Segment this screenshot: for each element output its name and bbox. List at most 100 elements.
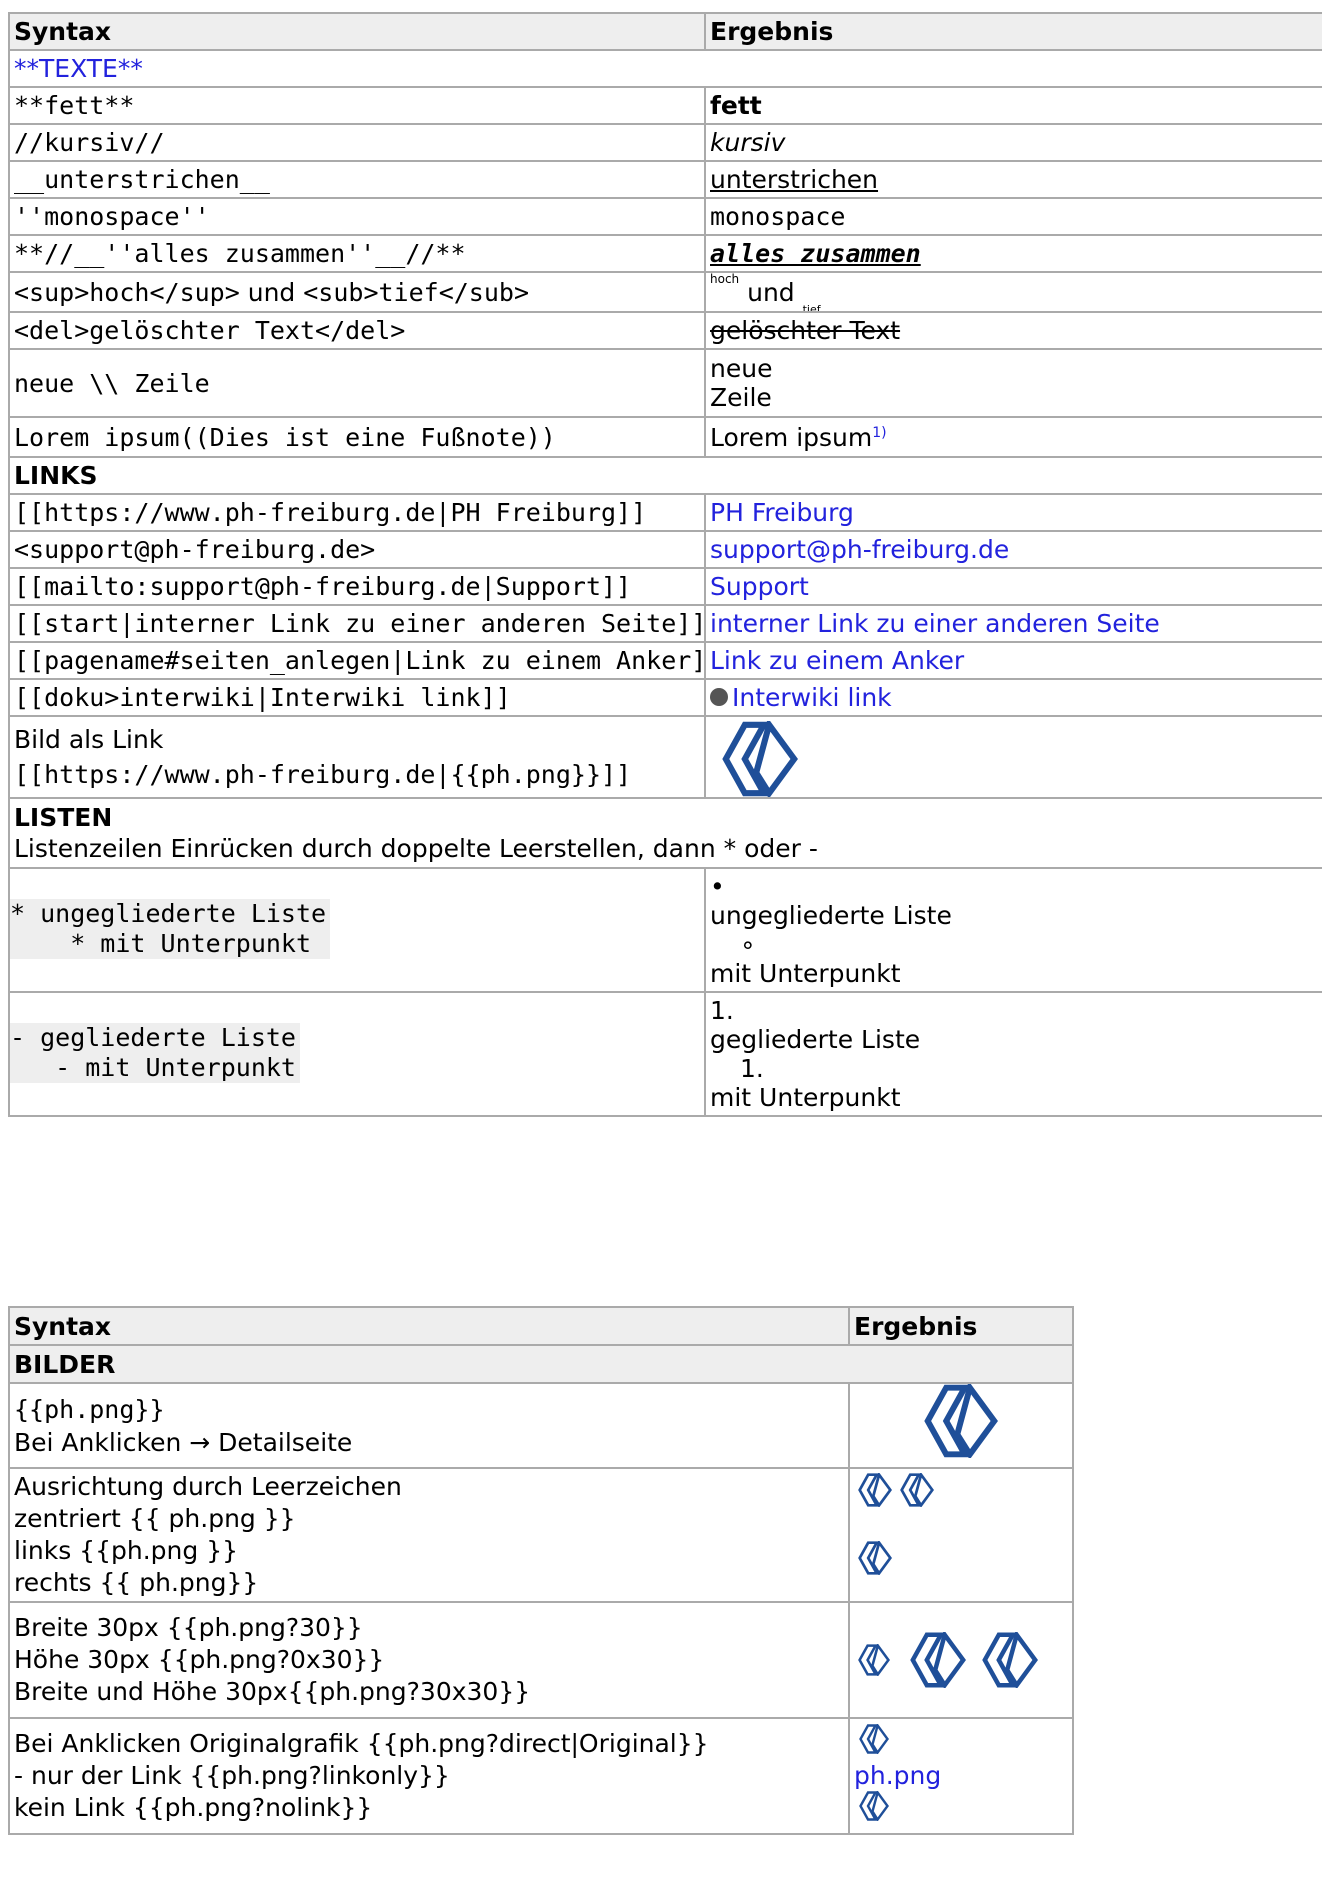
external-link[interactable]: PH Freiburg [710,498,854,527]
syntax-cell: __unterstrichen__ [8,160,706,199]
syntax-cell: <support@ph-freiburg.de> [8,530,706,569]
ph-linkonly[interactable]: ph.png [854,1761,941,1790]
list-item: mit Unterpunkt [710,1083,901,1112]
syntax-line-1: Bei Anklicken Originalgrafik {{ph.png?di… [14,1728,844,1760]
syntax-text: Bei Anklicken Originalgrafik {{ph.png?di… [14,1729,709,1758]
internal-link[interactable]: interner Link zu einer anderen Seite [710,609,1160,638]
syntax-line-2: Bei Anklicken → Detailseite [14,1427,353,1457]
syntax-sup: <sup>hoch</sup> [14,277,240,307]
result-sub: tief [802,302,821,312]
syntax-cell: Lorem ipsum((Dies ist eine Fußnote)) [8,416,706,458]
syntax-cell: [[pagename#seiten_anlegen|Link zu einem … [8,641,706,680]
result-line-2: Zeile [710,383,772,412]
syntax-cell: {{ph.png}} Bei Anklicken → Detailseite [8,1382,850,1469]
ph-logo-icon [900,1473,934,1507]
syntax-cell: - gegliederte Liste - mit Unterpunkt [8,991,706,1117]
table-row: neue \\ Zeile neue Zeile [8,348,1322,418]
result-combined: alles zusammen [704,234,1322,273]
syntax-cell: **fett** [8,86,706,125]
syntax-line-3: Breite und Höhe 30px{{ph.png?30x30}} [14,1677,531,1706]
result-cell [848,1382,1074,1469]
syntax-cell: Bild als Link [[https://www.ph-freiburg.d… [8,715,706,799]
texte-link[interactable]: **TEXTE** [14,54,143,83]
syntax-table-images: Syntax Ergebnis BILDER {{ph.png}} Bei Ank… [8,1306,1074,1835]
ph-logo-link[interactable] [710,721,1322,797]
syntax-table-text-links-lists: Syntax Ergebnis **TEXTE** **fett** fett … [8,12,1322,1117]
syntax-cell: //kursiv// [8,123,706,162]
result-cell: • ungegliederte Liste ∘ mit Unterpunkt [704,867,1322,993]
result-cell [848,1467,1074,1603]
ph-logo-icon [902,1632,974,1688]
result-cell [704,715,1322,799]
anchor-link[interactable]: Link zu einem Anker [710,646,964,675]
result-line-1: neue [710,354,773,383]
result-text: Lorem ipsum [710,422,873,452]
table-row: **//__''alles zusammen''__//** alles zus… [8,234,1322,273]
list-item: mit Unterpunkt [710,959,901,988]
ph-logo-icon [859,1791,889,1821]
section-row-links: LINKS [8,456,1322,495]
table-row: Lorem ipsum((Dies ist eine Fußnote)) Lor… [8,416,1322,458]
syntax-cell: Ausrichtung durch Leerzeichen zentriert … [8,1467,850,1603]
syntax-sub: <sub>tief</sub> [303,277,530,307]
table-row: Breite 30px {{ph.png?30}} Höhe 30px {{ph… [8,1601,1074,1719]
syntax-line-2: [[https://www.ph-freiburg.de|{{ph.png}}]… [14,760,632,789]
result-cell: neue Zeile [704,348,1322,418]
ph-image-link[interactable] [911,1384,1011,1458]
syntax-line-4: rechts {{ ph.png}} [14,1568,259,1597]
code-line-2: * mit Unterpunkt [10,929,312,958]
header-syntax: Syntax [8,12,706,51]
syntax-cell: <sup>hoch</sup> und <sub>tief</sub> [8,271,706,313]
sub-list-number: 1. [740,1054,764,1083]
code-block: - gegliederte Liste - mit Unterpunkt [10,1023,300,1083]
syntax-cell: ''monospace'' [8,197,706,236]
ph-logo-icon [982,1632,1038,1688]
result-cell: 1. gegliederte Liste 1. mit Unterpunkt [704,991,1322,1117]
header-result: Ergebnis [848,1306,1074,1346]
syntax-line-3: links {{ph.png }} [14,1536,238,1565]
syntax-cell: **//__''alles zusammen''__//** [8,234,706,273]
list-number: 1. [710,996,734,1025]
code-line-2: - mit Unterpunkt [10,1053,296,1082]
list-item: gegliederte Liste [710,1025,921,1054]
sub-bullet-icon: ∘ [740,930,756,959]
table-row: //kursiv// kursiv [8,123,1322,162]
syntax-cell: [[https://www.ph-freiburg.de|PH Freiburg… [8,493,706,532]
syntax-line-3: kein Link {{ph.png?nolink}} [14,1793,373,1822]
syntax-cell: * ungegliederte Liste * mit Unterpunkt [8,867,706,993]
result-deleted: gelöschter Text [704,311,1322,350]
result-monospace: monospace [704,197,1322,236]
syntax-line-2: zentriert {{ ph.png }} [14,1504,296,1533]
table-row: [[doku>interwiki|Interwiki link]] Interw… [8,678,1322,717]
ph-logo-icon [911,1384,1011,1458]
table-row: **fett** fett [8,86,1322,125]
syntax-line-1: Ausrichtung durch Leerzeichen [14,1472,402,1501]
list-item: ungegliederte Liste [710,901,952,930]
syntax-und: und [239,277,304,307]
table-row: [[https://www.ph-freiburg.de|PH Freiburg… [8,493,1322,532]
table-row: <support@ph-freiburg.de> support@ph-frei… [8,530,1322,569]
result-sup: hoch [710,272,740,286]
code-line-1: * ungegliederte Liste [10,899,327,928]
syntax-cell: <del>gelöschter Text</del> [8,311,706,350]
table-header-row: Syntax Ergebnis [8,1306,1074,1346]
table-row: [[start|interner Link zu einer anderen S… [8,604,1322,643]
table-row: * ungegliederte Liste * mit Unterpunkt •… [8,867,1322,993]
interwiki-link[interactable]: Interwiki link [732,683,892,712]
mailto-link[interactable]: Support [710,572,809,601]
code-line-1: - gegliederte Liste [10,1023,296,1052]
ph-logo-icon [858,1644,890,1676]
result-bold: fett [704,86,1322,125]
email-link[interactable]: support@ph-freiburg.de [710,535,1009,564]
table-row: - gegliederte Liste - mit Unterpunkt 1. … [8,991,1322,1117]
section-title: LINKS [8,456,1322,495]
ph-logo-icon [858,1541,892,1575]
section-row-bilder: BILDER [8,1344,1074,1384]
table-row: Bild als Link [[https://www.ph-freiburg.d… [8,715,1322,799]
section-row-listen: LISTEN Listenzeilen Einrücken durch doppe… [8,797,1322,869]
ph-original-link[interactable] [854,1724,894,1760]
table-row: Bei Anklicken Originalgrafik {{ph.png?di… [8,1717,1074,1835]
code-block: * ungegliederte Liste * mit Unterpunkt [10,899,331,959]
footnote-link[interactable]: 1) [872,425,886,441]
header-syntax: Syntax [8,1306,850,1346]
